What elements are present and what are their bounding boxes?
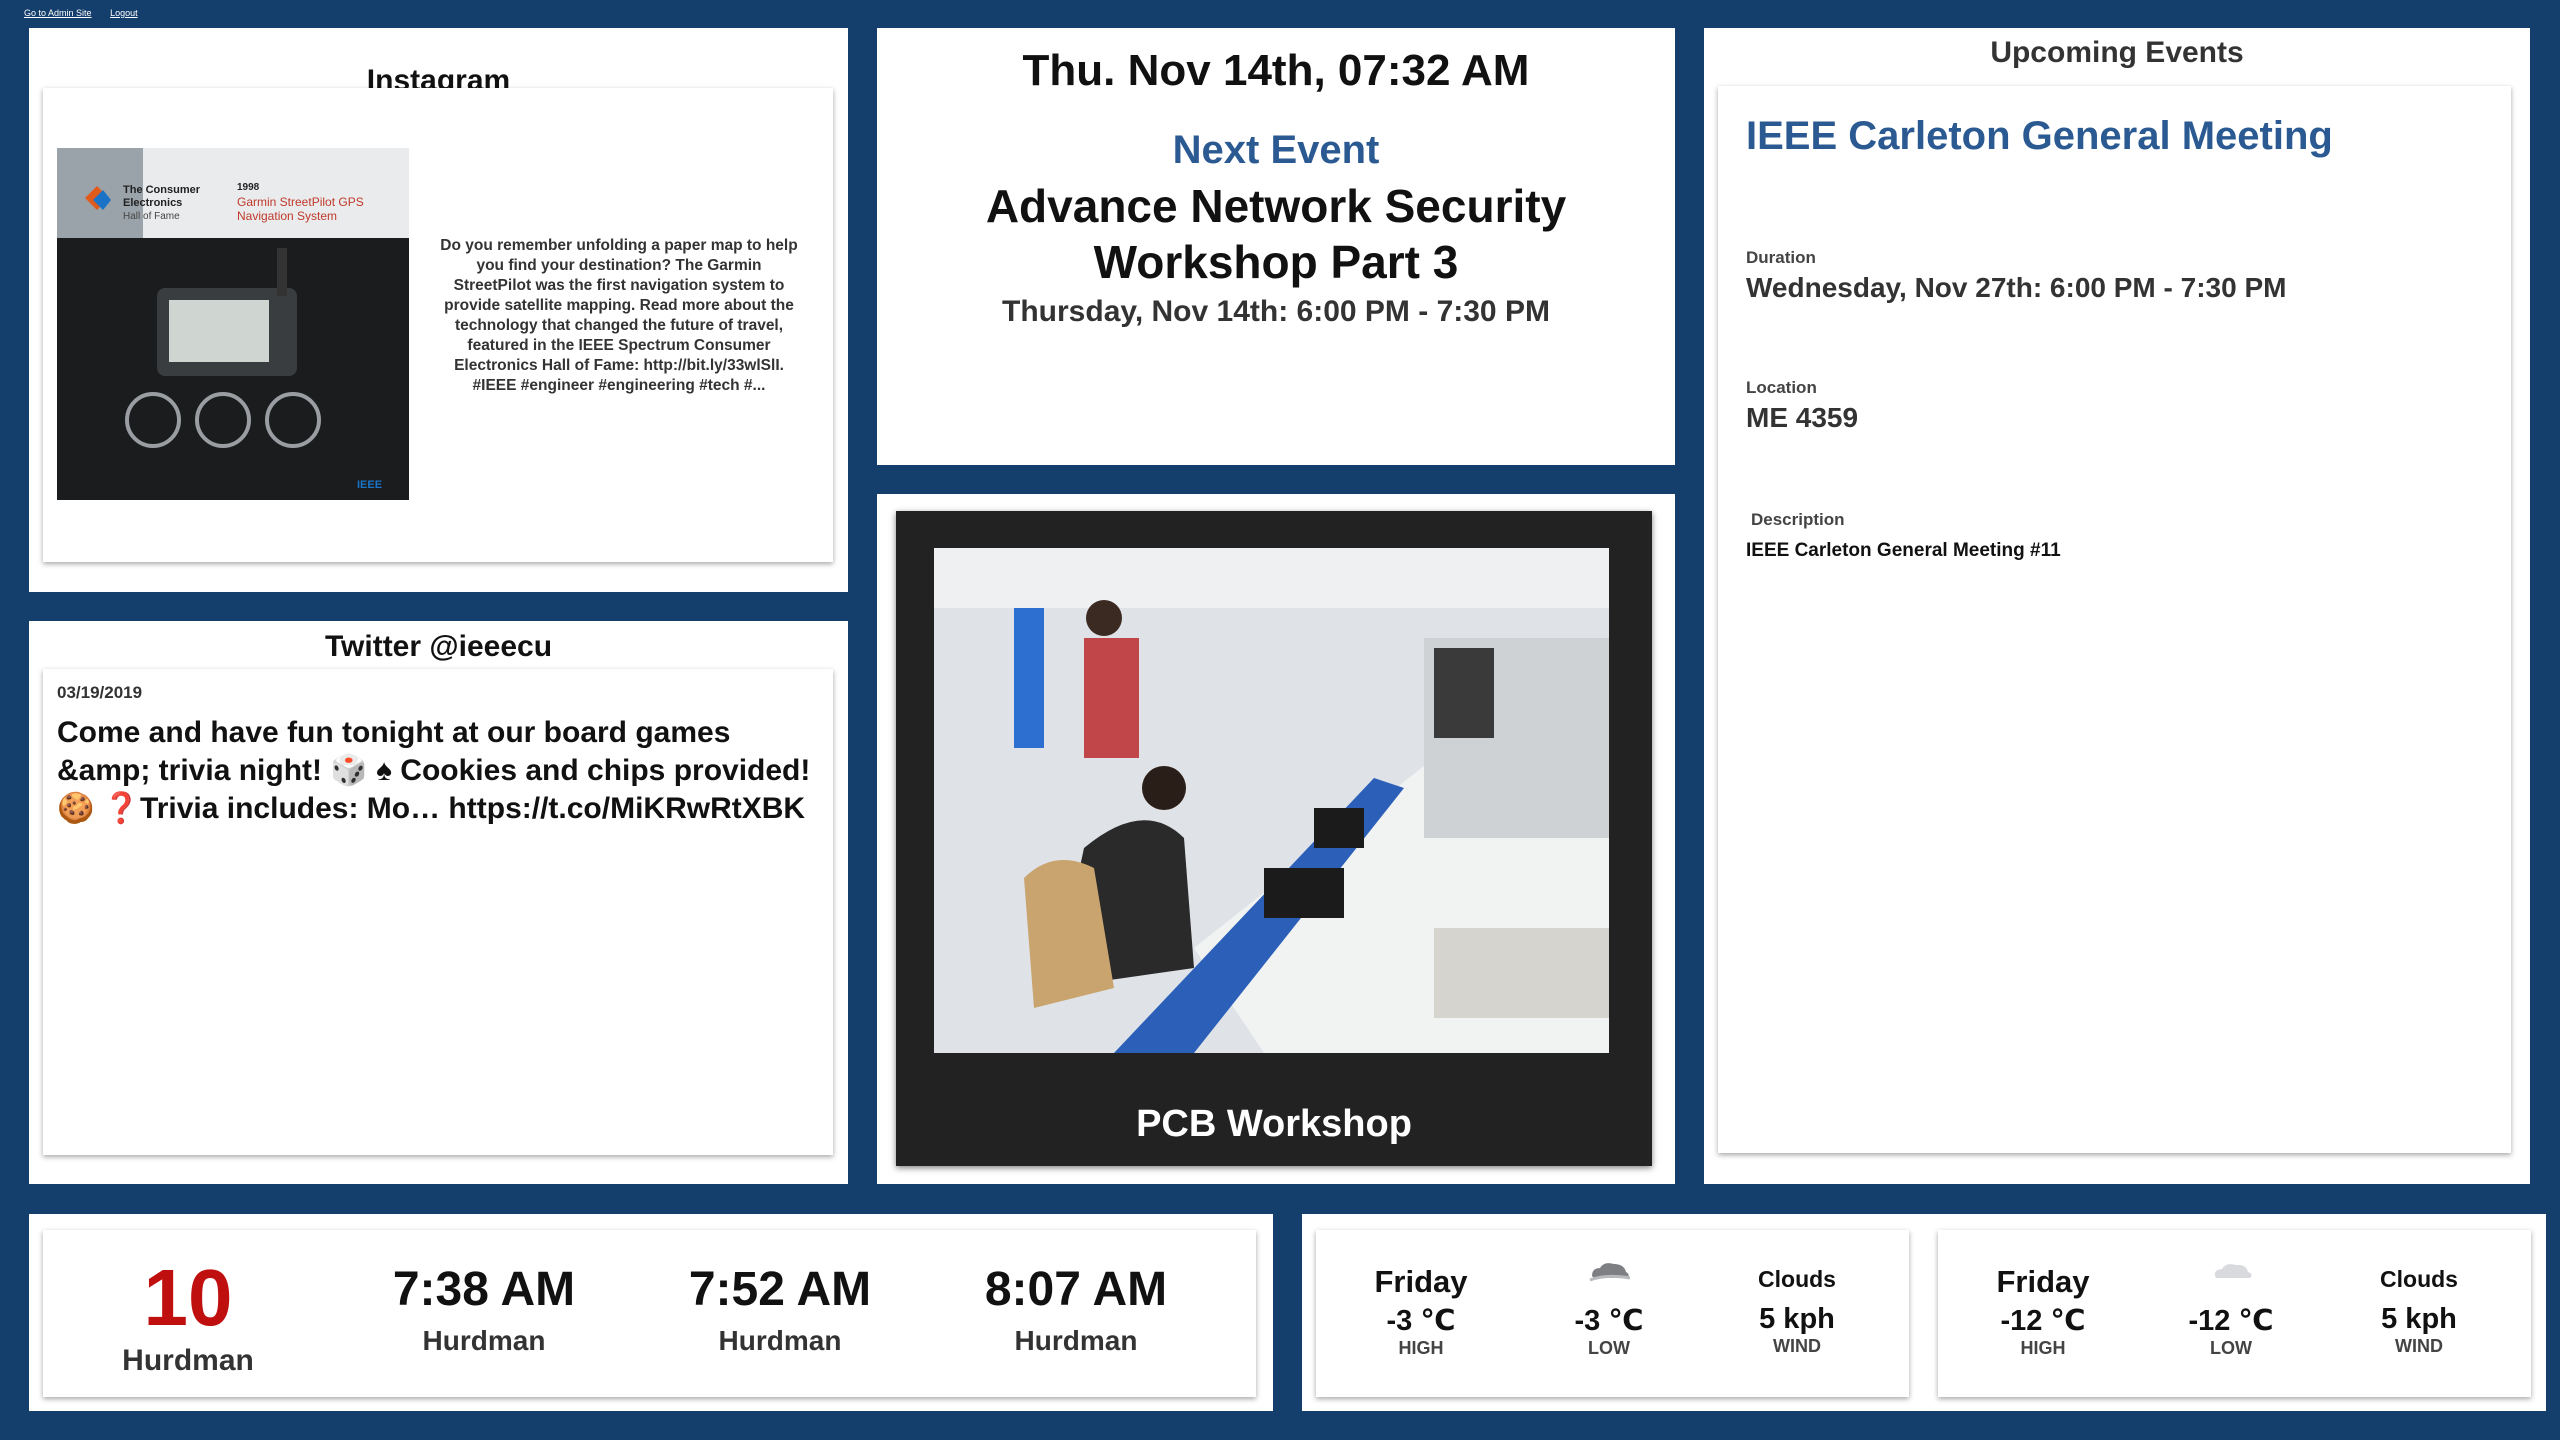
weather-low-label: LOW bbox=[1588, 1338, 1630, 1358]
upcoming-event-card: IEEE Carleton General Meeting Duration W… bbox=[1718, 86, 2511, 1153]
weather-wind: 5 kph bbox=[1759, 1303, 1835, 1335]
current-datetime: Thu. Nov 14th, 07:32 AM bbox=[1022, 46, 1530, 95]
snow-cloud-icon bbox=[1519, 1258, 1699, 1287]
upcoming-events-title: Upcoming Events bbox=[1990, 36, 2244, 69]
next-event-title: Advance Network Security Workshop Part 3 bbox=[985, 180, 1567, 288]
weather-high: -3 ℃ bbox=[1386, 1305, 1456, 1337]
weather-card: Friday -12 ℃ HIGH -12 ℃ LOW Clouds 5 kph… bbox=[1938, 1230, 2531, 1397]
next-event-panel: Thu. Nov 14th, 07:32 AM Next Event Advan… bbox=[877, 28, 1675, 465]
duration-label: Duration bbox=[1746, 248, 1816, 267]
slideshow-panel: PCB Workshop bbox=[877, 494, 1675, 1184]
location-label: Location bbox=[1746, 378, 1817, 397]
bus-schedule-card: 10 Hurdman 7:38 AM Hurdman 7:52 AM Hurdm… bbox=[43, 1230, 1256, 1397]
admin-links: Go to Admin Site Logout bbox=[24, 8, 154, 18]
bus-departure: 7:52 AM Hurdman bbox=[635, 1230, 925, 1397]
weather-condition: Clouds bbox=[1758, 1266, 1836, 1292]
description-label: Description bbox=[1751, 510, 1845, 529]
route-stop: Hurdman bbox=[122, 1344, 254, 1377]
svg-text:The Consumer: The Consumer bbox=[123, 184, 201, 196]
svg-text:1998: 1998 bbox=[237, 182, 260, 193]
slide-frame: PCB Workshop bbox=[896, 511, 1652, 1166]
svg-text:Navigation System: Navigation System bbox=[237, 209, 337, 223]
departure-time: 7:52 AM bbox=[688, 1263, 872, 1316]
departure-stop: Hurdman bbox=[1014, 1325, 1138, 1356]
instagram-caption: Do you remember unfolding a paper map to… bbox=[440, 237, 798, 394]
bus-schedule-panel: 10 Hurdman 7:38 AM Hurdman 7:52 AM Hurdm… bbox=[29, 1214, 1273, 1411]
weather-wind-label: WIND bbox=[2395, 1336, 2443, 1356]
instagram-post-image[interactable]: The Consumer Electronics Hall of Fame 19… bbox=[57, 148, 409, 500]
weather-wind-label: WIND bbox=[1773, 1336, 1821, 1356]
weather-high-label: HIGH bbox=[1398, 1338, 1444, 1358]
route-number: 10 bbox=[143, 1253, 233, 1342]
twitter-title: Twitter @ieeecu bbox=[324, 630, 553, 663]
slide-caption: PCB Workshop bbox=[1136, 1103, 1412, 1145]
description-value: IEEE Carleton General Meeting #11 bbox=[1746, 540, 2061, 561]
weather-day: Friday bbox=[1374, 1264, 1468, 1299]
next-event-label: Next Event bbox=[1172, 128, 1380, 172]
bus-departure: 8:07 AM Hurdman bbox=[931, 1230, 1221, 1397]
weather-low: -12 ℃ bbox=[2188, 1305, 2274, 1337]
weather-high-label: HIGH bbox=[2020, 1338, 2066, 1358]
tweet-text: Come and have fun tonight at our board g… bbox=[57, 716, 811, 825]
weather-card: Friday -3 ℃ HIGH -3 ℃ LOW Clouds 5 kph W… bbox=[1316, 1230, 1909, 1397]
svg-text:Hall of Fame: Hall of Fame bbox=[123, 211, 180, 222]
svg-text:Electronics: Electronics bbox=[123, 197, 182, 209]
upcoming-event-title: IEEE Carleton General Meeting bbox=[1746, 114, 2333, 158]
instagram-panel: Instagram The Consumer Electronics Hall … bbox=[29, 28, 848, 592]
instagram-post-card: The Consumer Electronics Hall of Fame 19… bbox=[43, 88, 833, 562]
weather-panel: Friday -3 ℃ HIGH -3 ℃ LOW Clouds 5 kph W… bbox=[1302, 1214, 2546, 1411]
bus-departure: 7:38 AM Hurdman bbox=[339, 1230, 629, 1397]
weather-low-label: LOW bbox=[2210, 1338, 2252, 1358]
admin-site-link[interactable]: Go to Admin Site bbox=[24, 8, 92, 18]
twitter-panel: Twitter @ieeecu 03/19/2019 Come and have… bbox=[29, 621, 848, 1184]
logout-link[interactable]: Logout bbox=[110, 8, 138, 18]
duration-value: Wednesday, Nov 27th: 6:00 PM - 7:30 PM bbox=[1746, 272, 2287, 303]
departure-stop: Hurdman bbox=[718, 1325, 842, 1356]
weather-condition: Clouds bbox=[2380, 1266, 2458, 1292]
svg-text:IEEE: IEEE bbox=[357, 479, 382, 491]
upcoming-events-panel: Upcoming Events IEEE Carleton General Me… bbox=[1704, 28, 2530, 1184]
bus-route: 10 Hurdman bbox=[43, 1230, 333, 1397]
slide-photo bbox=[934, 548, 1609, 1053]
weather-wind: 5 kph bbox=[2381, 1303, 2457, 1335]
departure-time: 7:38 AM bbox=[392, 1263, 576, 1316]
weather-day: Friday bbox=[1996, 1264, 2090, 1299]
svg-text:Garmin StreetPilot GPS: Garmin StreetPilot GPS bbox=[237, 195, 364, 209]
departure-stop: Hurdman bbox=[422, 1325, 546, 1356]
cloud-icon bbox=[2141, 1258, 2321, 1287]
next-event-time: Thursday, Nov 14th: 6:00 PM - 7:30 PM bbox=[1002, 295, 1550, 328]
tweet-card: 03/19/2019 Come and have fun tonight at … bbox=[43, 669, 833, 1155]
gps-dashboard-image: The Consumer Electronics Hall of Fame 19… bbox=[57, 148, 409, 500]
location-value: ME 4359 bbox=[1746, 402, 1859, 433]
weather-high: -12 ℃ bbox=[2000, 1305, 2086, 1337]
tweet-date: 03/19/2019 bbox=[57, 683, 143, 702]
workshop-photo bbox=[934, 548, 1609, 1053]
departure-time: 8:07 AM bbox=[984, 1263, 1168, 1316]
weather-low: -3 ℃ bbox=[1574, 1305, 1644, 1337]
